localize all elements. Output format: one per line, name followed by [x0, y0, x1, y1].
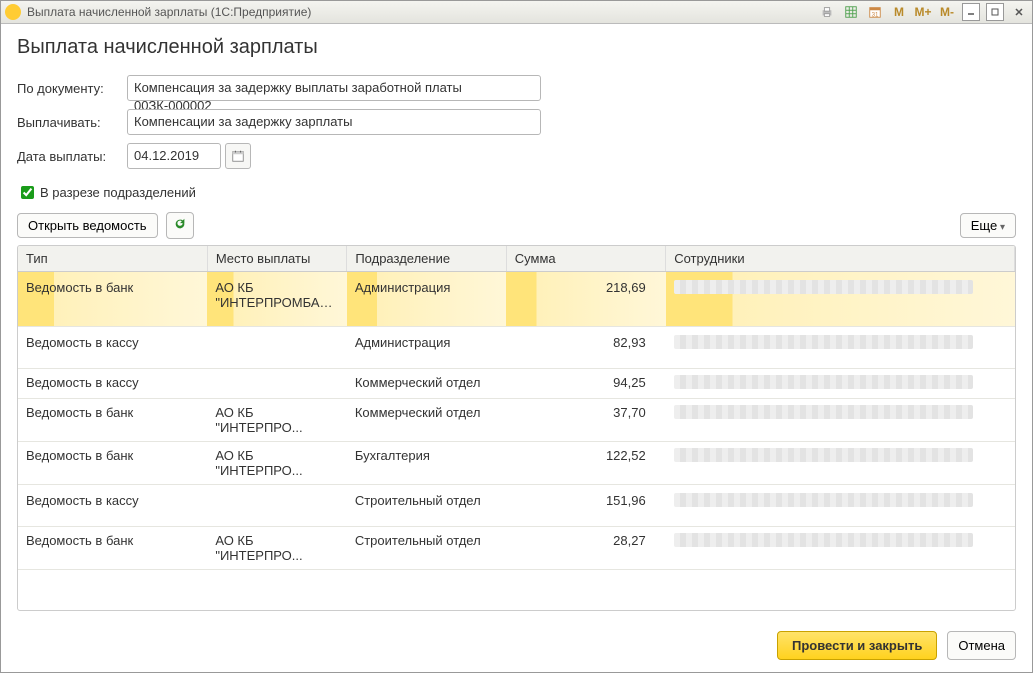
more-button[interactable]: Еще: [960, 213, 1016, 238]
by-dept-label: В разрезе подразделений: [40, 185, 196, 200]
table-row[interactable]: Ведомость в банкАО КБ "ИНТЕРПРО...Коммер…: [18, 399, 1015, 442]
col-place[interactable]: Место выплаты: [207, 246, 347, 272]
cell-sum: 218,69: [506, 272, 665, 327]
table-toolbar: Открыть ведомость Еще: [17, 212, 1016, 239]
col-type[interactable]: Тип: [18, 246, 207, 272]
m-minus-icon[interactable]: M-: [938, 3, 956, 21]
app-icon: [5, 4, 21, 20]
cell-employees: [666, 369, 1015, 399]
footer: Провести и закрыть Отмена: [1, 621, 1032, 672]
cell-place: АО КБ "ИНТЕРПРО...: [207, 442, 347, 485]
cell-sum: 151,96: [506, 485, 665, 527]
cell-employees: [666, 327, 1015, 369]
cell-place: АО КБ "ИНТЕРПРОМБАНК": [207, 272, 347, 327]
cell-place: АО КБ "ИНТЕРПРО...: [207, 527, 347, 570]
cell-dept: Строительный отдел: [347, 485, 506, 527]
cell-sum: 94,25: [506, 369, 665, 399]
cell-type: Ведомость в кассу: [18, 327, 207, 369]
table-row[interactable]: Ведомость в кассу Администрация82,93: [18, 327, 1015, 369]
cell-place: АО КБ "ИНТЕРПРО...: [207, 399, 347, 442]
cell-place: [207, 369, 347, 399]
cell-dept: Строительный отдел: [347, 527, 506, 570]
cell-place: [207, 327, 347, 369]
cell-type: Ведомость в банк: [18, 527, 207, 570]
date-picker-button[interactable]: [225, 143, 251, 169]
redacted-text: [674, 405, 974, 419]
grid-icon[interactable]: [842, 3, 860, 21]
cell-sum: 82,93: [506, 327, 665, 369]
col-dept[interactable]: Подразделение: [347, 246, 506, 272]
table-row[interactable]: Ведомость в банкАО КБ "ИНТЕРПРОМБАНК"Адм…: [18, 272, 1015, 327]
redacted-text: [674, 375, 974, 389]
pay-label: Выплачивать:: [17, 115, 127, 130]
table-row[interactable]: Ведомость в кассу Коммерческий отдел94,25: [18, 369, 1015, 399]
redacted-text: [674, 335, 974, 349]
payroll-table: Тип Место выплаты Подразделение Сумма Со…: [18, 246, 1015, 570]
cell-type: Ведомость в банк: [18, 272, 207, 327]
minimize-icon[interactable]: [962, 3, 980, 21]
cell-dept: Бухгалтерия: [347, 442, 506, 485]
cell-dept: Администрация: [347, 327, 506, 369]
doc-field[interactable]: Компенсация за задержку выплаты заработн…: [127, 75, 541, 101]
cell-employees: [666, 485, 1015, 527]
redacted-text: [674, 448, 974, 462]
cell-sum: 28,27: [506, 527, 665, 570]
row-document: По документу: Компенсация за задержку вы…: [17, 75, 1016, 101]
row-date: Дата выплаты: 04.12.2019: [17, 143, 1016, 169]
redacted-text: [674, 493, 974, 507]
pay-field[interactable]: Компенсации за задержку зарплаты: [127, 109, 541, 135]
app-window: Выплата начисленной зарплаты (1С:Предпри…: [0, 0, 1033, 673]
table-row[interactable]: Ведомость в банкАО КБ "ИНТЕРПРО...Строит…: [18, 527, 1015, 570]
titlebar: Выплата начисленной зарплаты (1С:Предпри…: [1, 1, 1032, 24]
date-field[interactable]: 04.12.2019: [127, 143, 221, 169]
close-icon[interactable]: ✕: [1010, 3, 1028, 21]
submit-button[interactable]: Провести и закрыть: [777, 631, 937, 660]
date-label: Дата выплаты:: [17, 149, 127, 164]
cell-employees: [666, 442, 1015, 485]
window-title: Выплата начисленной зарплаты (1С:Предпри…: [27, 5, 311, 19]
refresh-button[interactable]: [166, 212, 194, 239]
m-plus-icon[interactable]: M+: [914, 3, 932, 21]
redacted-text: [674, 533, 974, 547]
calendar-icon[interactable]: 31: [866, 3, 884, 21]
redacted-text: [674, 280, 974, 294]
cell-dept: Коммерческий отдел: [347, 399, 506, 442]
table-container: Тип Место выплаты Подразделение Сумма Со…: [17, 245, 1016, 611]
cell-employees: [666, 527, 1015, 570]
cell-employees: [666, 399, 1015, 442]
by-dept-checkbox[interactable]: [21, 186, 34, 199]
cell-sum: 122,52: [506, 442, 665, 485]
row-by-dept: В разрезе подразделений: [17, 183, 1016, 202]
m-icon[interactable]: M: [890, 3, 908, 21]
cell-employees: [666, 272, 1015, 327]
cell-dept: Коммерческий отдел: [347, 369, 506, 399]
doc-label: По документу:: [17, 81, 127, 96]
title-toolbar: 31 M M+ M- ✕: [818, 3, 1028, 21]
print-icon[interactable]: [818, 3, 836, 21]
col-sum[interactable]: Сумма: [506, 246, 665, 272]
content-area: Выплата начисленной зарплаты По документ…: [1, 24, 1032, 621]
cell-type: Ведомость в банк: [18, 442, 207, 485]
open-sheet-button[interactable]: Открыть ведомость: [17, 213, 158, 238]
cell-dept: Администрация: [347, 272, 506, 327]
maximize-icon[interactable]: [986, 3, 1004, 21]
cell-type: Ведомость в кассу: [18, 485, 207, 527]
cell-type: Ведомость в кассу: [18, 369, 207, 399]
cell-place: [207, 485, 347, 527]
table-header-row: Тип Место выплаты Подразделение Сумма Со…: [18, 246, 1015, 272]
cell-type: Ведомость в банк: [18, 399, 207, 442]
col-employees[interactable]: Сотрудники: [666, 246, 1015, 272]
cell-sum: 37,70: [506, 399, 665, 442]
svg-text:31: 31: [872, 11, 879, 18]
page-title: Выплата начисленной зарплаты: [17, 36, 1016, 59]
cancel-button[interactable]: Отмена: [947, 631, 1016, 660]
row-pay: Выплачивать: Компенсации за задержку зар…: [17, 109, 1016, 135]
table-row[interactable]: Ведомость в кассу Строительный отдел151,9…: [18, 485, 1015, 527]
table-row[interactable]: Ведомость в банкАО КБ "ИНТЕРПРО...Бухгал…: [18, 442, 1015, 485]
